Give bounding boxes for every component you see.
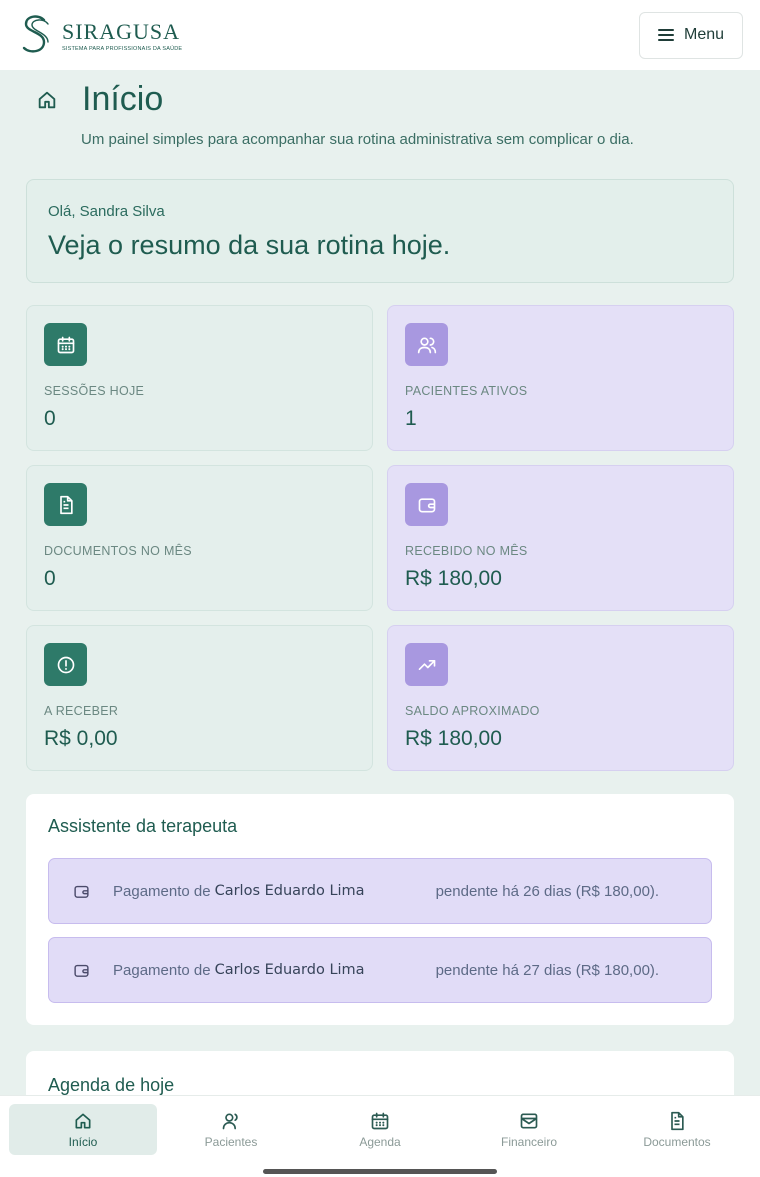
nav-item-documentos[interactable]: Documentos (603, 1104, 751, 1155)
stat-card-sessions-today[interactable]: SESSÕES HOJE 0 (26, 305, 373, 451)
stat-value: R$ 180,00 (405, 567, 502, 590)
hamburger-icon (657, 29, 674, 41)
stat-label: RECEBIDO NO MÊS (405, 544, 528, 558)
document-icon (671, 1111, 684, 1130)
wallet-icon (73, 882, 91, 900)
alert-circle-icon (44, 643, 87, 686)
siragusa-logo-icon (22, 15, 49, 53)
page-heading: Início Um painel simples para acompanhar… (36, 80, 736, 148)
alert-suffix: pendente há 26 dias (R$ 180,00). (435, 882, 660, 900)
nav-label: Início (68, 1134, 98, 1149)
user-icon (222, 1113, 238, 1129)
calendar-icon (44, 323, 87, 366)
stat-label: SALDO APROXIMADO (405, 704, 540, 718)
assistant-panel: Assistente da terapeuta Pagamento de Car… (26, 794, 734, 1025)
stat-value: R$ 180,00 (405, 727, 502, 750)
nav-item-pacientes[interactable]: Pacientes (157, 1104, 305, 1155)
stat-label: PACIENTES ATIVOS (405, 384, 528, 398)
stat-value: R$ 0,00 (44, 727, 118, 750)
brand-name: SIRAGUSA (62, 18, 181, 44)
nav-label: Documentos (643, 1134, 711, 1149)
stat-label: SESSÕES HOJE (44, 384, 145, 398)
page-title: Início (82, 80, 164, 118)
stat-card-to-receive[interactable]: A RECEBER R$ 0,00 (26, 625, 373, 771)
nav-label: Pacientes (204, 1134, 258, 1149)
stat-value: 1 (405, 407, 417, 430)
stat-card-documents-month[interactable]: DOCUMENTOS NO MÊS 0 (26, 465, 373, 611)
stat-value: 0 (44, 407, 56, 430)
nav-item-financeiro[interactable]: Financeiro (455, 1104, 603, 1155)
alert-suffix: pendente há 27 dias (R$ 180,00). (435, 961, 660, 979)
alert-prefix: Pagamento de (113, 882, 211, 900)
stat-label: A RECEBER (44, 704, 119, 718)
home-icon (75, 1113, 91, 1128)
nav-item-agenda[interactable]: Agenda (306, 1104, 454, 1155)
assistant-title: Assistente da terapeuta (48, 816, 238, 836)
alert-patient-name: Carlos Eduardo Lima (214, 962, 365, 978)
users-icon (405, 323, 448, 366)
bottom-navigation: Início Pacientes Agenda Financeiro Docum… (0, 1095, 760, 1177)
menu-button-label: Menu (683, 26, 725, 43)
payment-alert[interactable]: Pagamento de Carlos Eduardo Lima pendent… (48, 858, 712, 924)
home-icon (38, 91, 56, 108)
brand-tagline: SISTEMA PARA PROFISSIONAIS DA SAÚDE (62, 45, 183, 52)
brand-logo[interactable]: SIRAGUSA SISTEMA PARA PROFISSIONAIS DA S… (20, 14, 182, 56)
greeting-headline: Veja o resumo da sua rotina hoje. (48, 230, 451, 260)
menu-button[interactable]: Menu (639, 11, 743, 59)
document-icon (44, 483, 87, 526)
nav-item-inicio[interactable]: Início (9, 1104, 157, 1155)
greeting-hello: Olá, Sandra Silva (48, 203, 165, 220)
page-subtitle: Um painel simples para acompanhar sua ro… (81, 131, 634, 148)
stat-label: DOCUMENTOS NO MÊS (44, 544, 192, 558)
inbox-icon (520, 1113, 538, 1128)
alert-patient-name: Carlos Eduardo Lima (214, 883, 365, 899)
stat-card-received-month[interactable]: RECEBIDO NO MÊS R$ 180,00 (387, 465, 734, 611)
agenda-title: Agenda de hoje (48, 1075, 175, 1095)
wallet-icon (73, 961, 91, 979)
alert-prefix: Pagamento de (113, 961, 211, 979)
stat-card-active-patients[interactable]: PACIENTES ATIVOS 1 (387, 305, 734, 451)
payment-alert[interactable]: Pagamento de Carlos Eduardo Lima pendent… (48, 937, 712, 1003)
calendar-icon (371, 1112, 389, 1129)
nav-label: Agenda (359, 1134, 401, 1149)
nav-label: Financeiro (500, 1134, 558, 1149)
stat-value: 0 (44, 567, 56, 590)
greeting-card: Olá, Sandra Silva Veja o resumo da sua r… (26, 179, 734, 283)
stat-card-approx-balance[interactable]: SALDO APROXIMADO R$ 180,00 (387, 625, 734, 771)
wallet-icon (405, 483, 448, 526)
top-header: SIRAGUSA SISTEMA PARA PROFISSIONAIS DA S… (0, 0, 760, 70)
home-indicator[interactable] (263, 1169, 497, 1174)
trending-up-icon (405, 643, 448, 686)
